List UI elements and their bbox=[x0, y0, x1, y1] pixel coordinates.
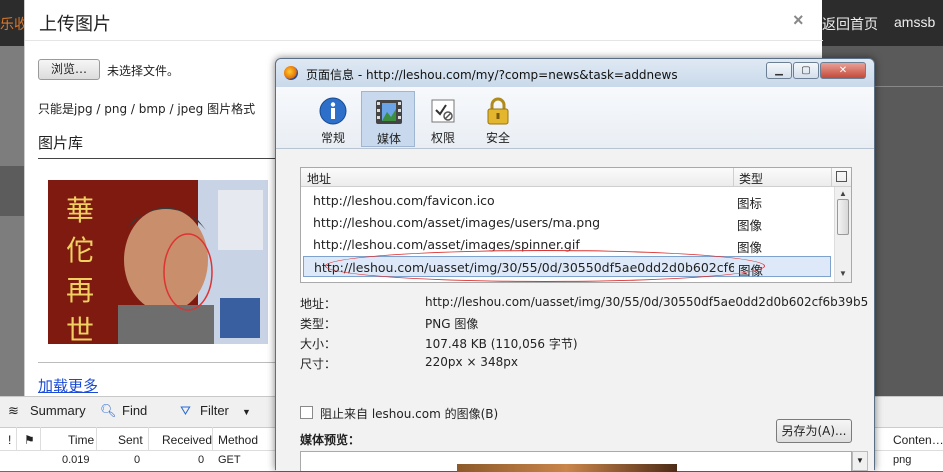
preview-scrollbar[interactable]: ▼ bbox=[852, 451, 868, 471]
column-flag[interactable]: ! bbox=[8, 433, 11, 447]
list-item-selected[interactable]: http://leshou.com/uasset/img/30/55/0d/30… bbox=[303, 256, 831, 278]
scroll-down-icon[interactable]: ▼ bbox=[856, 456, 864, 465]
property-value: 220px × 348px bbox=[425, 355, 518, 369]
divider bbox=[25, 40, 823, 41]
close-button[interactable]: ✕ bbox=[820, 62, 866, 79]
media-type: 图像 bbox=[737, 218, 763, 233]
info-icon bbox=[319, 97, 347, 125]
media-url: http://leshou.com/asset/images/spinner.g… bbox=[313, 237, 580, 252]
svg-text:世: 世 bbox=[66, 314, 94, 344]
tab-permissions[interactable]: 权限 bbox=[416, 91, 470, 147]
back-home-link[interactable]: 返回首页 bbox=[822, 14, 878, 34]
find-button[interactable]: Find bbox=[122, 403, 147, 418]
portrait-image: 華 佗 再 世 bbox=[48, 180, 268, 344]
tab-media[interactable]: 媒体 bbox=[361, 91, 415, 147]
divider bbox=[38, 158, 278, 159]
format-hint: 只能是jpg / png / bmp / jpeg 图片格式 bbox=[38, 102, 256, 116]
block-images-label[interactable]: 阻止来自 leshou.com 的图像(B) bbox=[320, 405, 498, 422]
column-address[interactable]: 地址 bbox=[307, 170, 331, 187]
tab-label: 权限 bbox=[430, 131, 455, 145]
preview-image bbox=[457, 464, 677, 472]
property-label: 大小： bbox=[300, 337, 337, 351]
page-info-window: 页面信息 - http://leshou.com/my/?comp=news&t… bbox=[275, 58, 875, 472]
block-images-checkbox[interactable] bbox=[300, 406, 313, 419]
flag-icon[interactable]: ⚑ bbox=[24, 433, 35, 447]
svg-text:再: 再 bbox=[66, 274, 94, 307]
property-label: 类型： bbox=[300, 317, 337, 331]
media-url: http://leshou.com/asset/images/users/ma.… bbox=[313, 215, 601, 230]
column-time[interactable]: Time bbox=[68, 433, 94, 447]
media-icon bbox=[376, 100, 402, 124]
property-value: http://leshou.com/uasset/img/30/55/0d/30… bbox=[425, 295, 869, 309]
maximize-button[interactable]: ▢ bbox=[793, 62, 819, 79]
column-content[interactable]: Conten… bbox=[893, 433, 943, 447]
summary-button[interactable]: Summary bbox=[30, 403, 86, 418]
media-type: 图像 bbox=[738, 263, 764, 278]
scroll-down-icon[interactable]: ▼ bbox=[839, 269, 847, 278]
property-label: 尺寸： bbox=[300, 357, 337, 371]
column-sent[interactable]: Sent bbox=[118, 433, 143, 447]
tab-label: 安全 bbox=[485, 131, 510, 145]
cell-sent: 0 bbox=[134, 454, 141, 466]
list-item[interactable]: http://leshou.com/asset/images/spinner.g… bbox=[303, 234, 831, 255]
permissions-icon bbox=[431, 99, 455, 123]
minimize-button[interactable]: ▁ bbox=[766, 62, 792, 79]
filter-button[interactable]: Filter bbox=[200, 403, 229, 418]
column-picker-icon[interactable] bbox=[836, 171, 847, 182]
svg-text:佗: 佗 bbox=[66, 234, 94, 267]
property-value: 107.48 KB (110,056 字节) bbox=[425, 337, 578, 351]
scroll-up-icon[interactable]: ▲ bbox=[839, 189, 847, 198]
file-status-text: 未选择文件。 bbox=[107, 64, 180, 78]
save-as-button[interactable]: 另存为(A)... bbox=[776, 419, 852, 443]
cell-method: GET bbox=[218, 454, 241, 466]
cell-received: 0 bbox=[198, 454, 205, 466]
filter-icon[interactable]: ⛛ bbox=[180, 403, 191, 419]
lock-icon bbox=[487, 97, 509, 125]
property-label: 地址： bbox=[300, 297, 337, 311]
media-url: http://leshou.com/favicon.ico bbox=[313, 193, 495, 208]
search-icon[interactable]: 🔍︎ bbox=[100, 403, 117, 419]
browse-button[interactable]: 浏览… bbox=[38, 59, 100, 80]
media-preview bbox=[300, 451, 852, 472]
tab-label: 媒体 bbox=[376, 132, 401, 146]
chevron-down-icon[interactable]: ▼ bbox=[242, 407, 251, 417]
close-icon[interactable]: × bbox=[793, 10, 804, 31]
media-type: 图标 bbox=[737, 196, 763, 211]
cell-content: png bbox=[893, 454, 912, 466]
tab-security[interactable]: 安全 bbox=[471, 91, 525, 147]
cell-time: 0.019 bbox=[62, 454, 90, 466]
list-scrollbar[interactable]: ▲ ▼ bbox=[834, 187, 851, 282]
property-value: PNG 图像 bbox=[425, 317, 479, 331]
tab-general[interactable]: 常规 bbox=[306, 91, 360, 147]
library-title: 图片库 bbox=[38, 134, 84, 152]
library-thumbnail[interactable]: 華 佗 再 世 bbox=[48, 180, 268, 344]
window-titlebar[interactable]: 页面信息 - http://leshou.com/my/?comp=news&t… bbox=[276, 59, 874, 87]
summary-icon[interactable]: ≋ bbox=[8, 403, 19, 419]
page-info-tabs: 常规 媒体 权限 安全 bbox=[276, 87, 874, 149]
scroll-thumb[interactable] bbox=[837, 199, 849, 235]
photo-calligraphy: 華 bbox=[66, 194, 94, 227]
firefox-icon bbox=[284, 66, 298, 80]
media-list[interactable]: 地址 类型 http://leshou.com/favicon.ico 图标 h… bbox=[300, 167, 852, 283]
load-more-link[interactable]: 加载更多 bbox=[38, 375, 98, 396]
column-received[interactable]: Received bbox=[162, 433, 212, 447]
media-url: http://leshou.com/uasset/img/30/55/0d/30… bbox=[314, 260, 734, 275]
media-list-header: 地址 类型 bbox=[301, 168, 851, 187]
tab-label: 常规 bbox=[320, 131, 345, 145]
list-item[interactable]: http://leshou.com/favicon.ico 图标 bbox=[303, 190, 831, 211]
column-type[interactable]: 类型 bbox=[739, 170, 763, 187]
media-preview-label: 媒体预览： bbox=[300, 433, 361, 447]
divider bbox=[38, 362, 278, 363]
window-title: 页面信息 - http://leshou.com/my/?comp=news&t… bbox=[306, 68, 678, 82]
media-type: 图像 bbox=[737, 240, 763, 255]
list-item[interactable]: http://leshou.com/asset/images/users/ma.… bbox=[303, 212, 831, 233]
username-link[interactable]: amssb bbox=[894, 14, 935, 30]
column-method[interactable]: Method bbox=[218, 433, 258, 447]
page-left-strip bbox=[0, 46, 24, 396]
dialog-title: 上传图片 bbox=[39, 14, 111, 34]
media-tab-panel: 地址 类型 http://leshou.com/favicon.ico 图标 h… bbox=[276, 149, 874, 472]
